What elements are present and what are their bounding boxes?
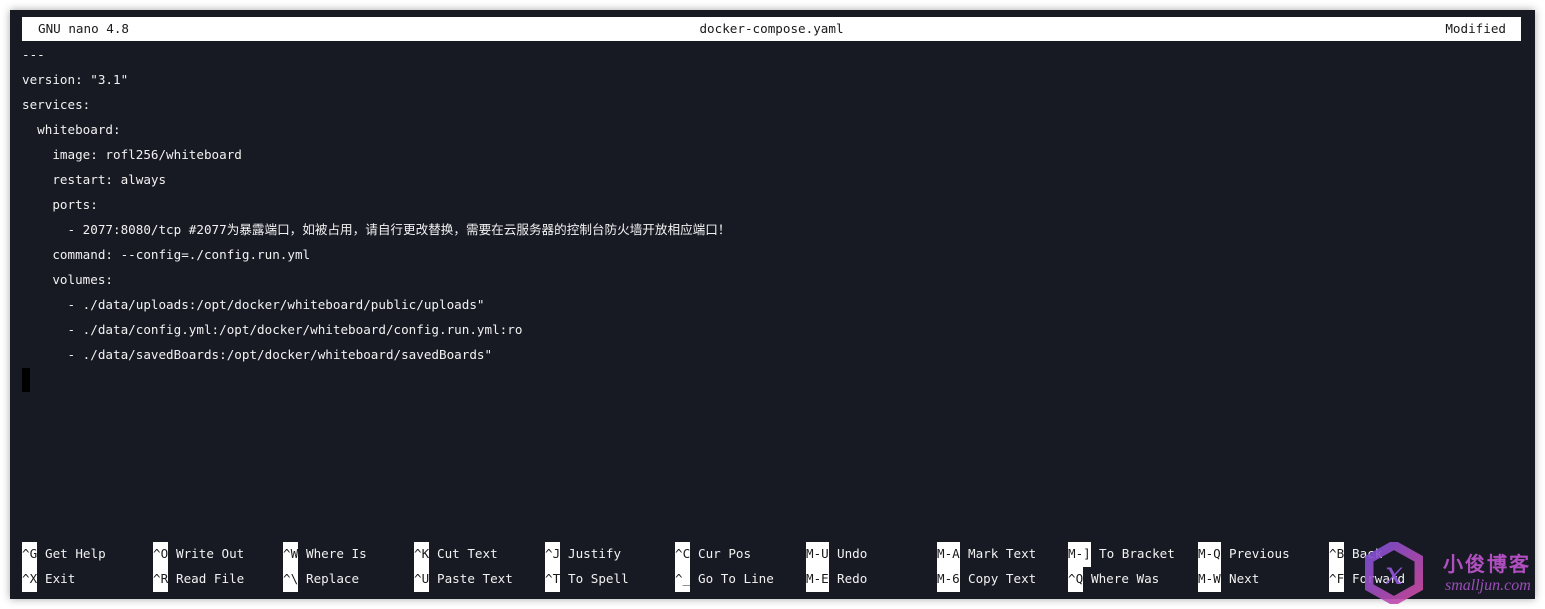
shortcut-label: Previous bbox=[1229, 546, 1290, 561]
shortcut-item[interactable]: ^X Exit bbox=[22, 567, 75, 592]
shortcut-label: Justify bbox=[568, 546, 622, 561]
editor-line[interactable]: volumes: bbox=[22, 270, 1523, 295]
shortcut-key: ^U bbox=[414, 567, 429, 592]
shortcut-key: ^K bbox=[414, 542, 429, 567]
shortcut-label: Write Out bbox=[176, 546, 245, 561]
shortcut-item[interactable]: ^U Paste Text bbox=[414, 567, 513, 592]
shortcut-label: Read File bbox=[176, 571, 245, 586]
shortcut-key: M-6 bbox=[937, 567, 960, 592]
shortcut-label: Copy Text bbox=[968, 571, 1037, 586]
shortcut-item[interactable]: M-U Undo bbox=[806, 542, 867, 567]
watermark-logo-icon: x bbox=[1365, 542, 1423, 604]
shortcut-key: M-] bbox=[1068, 542, 1091, 567]
shortcut-item[interactable]: ^Q Where Was bbox=[1068, 567, 1159, 592]
watermark: x 小俊博客 smalljun.com bbox=[1365, 540, 1540, 604]
cursor-line[interactable] bbox=[22, 368, 1523, 395]
shortcut-key: M-E bbox=[806, 567, 829, 592]
shortcut-key: ^\ bbox=[283, 567, 298, 592]
shortcut-row-2: ^X Exit ^R Read File ^\ Replace ^U Paste Text ^T… bbox=[22, 567, 1523, 592]
shortcut-label: Mark Text bbox=[968, 546, 1037, 561]
editor-line[interactable]: - ./data/uploads:/opt/docker/whiteboard/… bbox=[22, 295, 1523, 320]
shortcut-key: M-W bbox=[1198, 567, 1221, 592]
file-name: docker-compose.yaml bbox=[699, 21, 844, 36]
shortcut-key: ^O bbox=[153, 542, 168, 567]
shortcut-key: ^T bbox=[545, 567, 560, 592]
shortcut-key: M-U bbox=[806, 542, 829, 567]
shortcut-item[interactable]: ^G Get Help bbox=[22, 542, 106, 567]
shortcut-key: M-A bbox=[937, 542, 960, 567]
editor-line[interactable]: image: rofl256/whiteboard bbox=[22, 145, 1523, 170]
shortcut-label: Paste Text bbox=[437, 571, 513, 586]
shortcut-label: Cut Text bbox=[437, 546, 498, 561]
shortcut-label: Cur Pos bbox=[698, 546, 752, 561]
shortcut-item[interactable]: M-E Redo bbox=[806, 567, 867, 592]
shortcut-key: ^C bbox=[675, 542, 690, 567]
shortcut-item[interactable]: ^\ Replace bbox=[283, 567, 359, 592]
watermark-logo-letter: x bbox=[1385, 554, 1403, 592]
editor-line[interactable]: whiteboard: bbox=[22, 120, 1523, 145]
text-cursor bbox=[22, 368, 30, 392]
shortcut-label: Where Is bbox=[306, 546, 367, 561]
shortcut-key: ^F bbox=[1329, 567, 1344, 592]
shortcut-label: Replace bbox=[306, 571, 360, 586]
modified-status: Modified bbox=[1445, 21, 1506, 36]
editor-line[interactable]: restart: always bbox=[22, 170, 1523, 195]
shortcut-key: ^X bbox=[22, 567, 37, 592]
editor-line[interactable]: - 2077:8080/tcp #2077为暴露端口，如被占用，请自行更改替换，… bbox=[22, 220, 1523, 245]
editor-line[interactable]: services: bbox=[22, 95, 1523, 120]
shortcut-label: Next bbox=[1229, 571, 1260, 586]
shortcut-label: Exit bbox=[45, 571, 76, 586]
shortcut-key: ^G bbox=[22, 542, 37, 567]
shortcut-label: To Bracket bbox=[1099, 546, 1175, 561]
editor-line[interactable]: - ./data/savedBoards:/opt/docker/whitebo… bbox=[22, 345, 1523, 370]
shortcut-label: Where Was bbox=[1091, 571, 1160, 586]
nano-title-bar: GNU nano 4.8 docker-compose.yaml Modifie… bbox=[22, 17, 1521, 41]
shortcut-item[interactable]: ^J Justify bbox=[545, 542, 621, 567]
shortcut-item[interactable]: ^R Read File bbox=[153, 567, 244, 592]
shortcut-item[interactable]: ^_ Go To Line bbox=[675, 567, 774, 592]
editor-line[interactable]: version: "3.1" bbox=[22, 70, 1523, 95]
shortcut-bar: ^G Get Help ^O Write Out ^W Where Is ^K Cut Tex… bbox=[22, 542, 1523, 592]
editor-line[interactable]: ports: bbox=[22, 195, 1523, 220]
shortcut-label: Go To Line bbox=[698, 571, 774, 586]
shortcut-label: To Spell bbox=[568, 571, 629, 586]
shortcut-key: ^R bbox=[153, 567, 168, 592]
shortcut-key: ^W bbox=[283, 542, 298, 567]
shortcut-item[interactable]: ^W Where Is bbox=[283, 542, 367, 567]
shortcut-item[interactable]: ^O Write Out bbox=[153, 542, 244, 567]
watermark-name: 小俊博客 bbox=[1443, 552, 1531, 576]
watermark-domain: smalljun.com bbox=[1445, 577, 1531, 594]
shortcut-item[interactable]: M-Q Previous bbox=[1198, 542, 1290, 567]
shortcut-label: Redo bbox=[837, 571, 868, 586]
shortcut-item[interactable]: ^K Cut Text bbox=[414, 542, 498, 567]
editor-line[interactable]: command: --config=./config.run.yml bbox=[22, 245, 1523, 270]
editor-line[interactable]: - ./data/config.yml:/opt/docker/whiteboa… bbox=[22, 320, 1523, 345]
shortcut-key: M-Q bbox=[1198, 542, 1221, 567]
shortcut-row-1: ^G Get Help ^O Write Out ^W Where Is ^K Cut Tex… bbox=[22, 542, 1523, 567]
shortcut-label: Get Help bbox=[45, 546, 106, 561]
shortcut-item[interactable]: ^T To Spell bbox=[545, 567, 629, 592]
editor-line[interactable]: --- bbox=[22, 45, 1523, 70]
shortcut-item[interactable]: M-W Next bbox=[1198, 567, 1259, 592]
shortcut-key: ^Q bbox=[1068, 567, 1083, 592]
shortcut-item[interactable]: ^C Cur Pos bbox=[675, 542, 751, 567]
shortcut-item[interactable]: M-A Mark Text bbox=[937, 542, 1036, 567]
shortcut-key: ^B bbox=[1329, 542, 1344, 567]
shortcut-item[interactable]: M-] To Bracket bbox=[1068, 542, 1175, 567]
shortcut-key: ^J bbox=[545, 542, 560, 567]
shortcut-item[interactable]: M-6 Copy Text bbox=[937, 567, 1036, 592]
terminal-window: GNU nano 4.8 docker-compose.yaml Modifie… bbox=[10, 10, 1535, 604]
shortcut-label: Undo bbox=[837, 546, 868, 561]
shortcut-key: ^_ bbox=[675, 567, 690, 592]
editor-buffer[interactable]: --- version: "3.1" services: whiteboard:… bbox=[22, 45, 1523, 395]
